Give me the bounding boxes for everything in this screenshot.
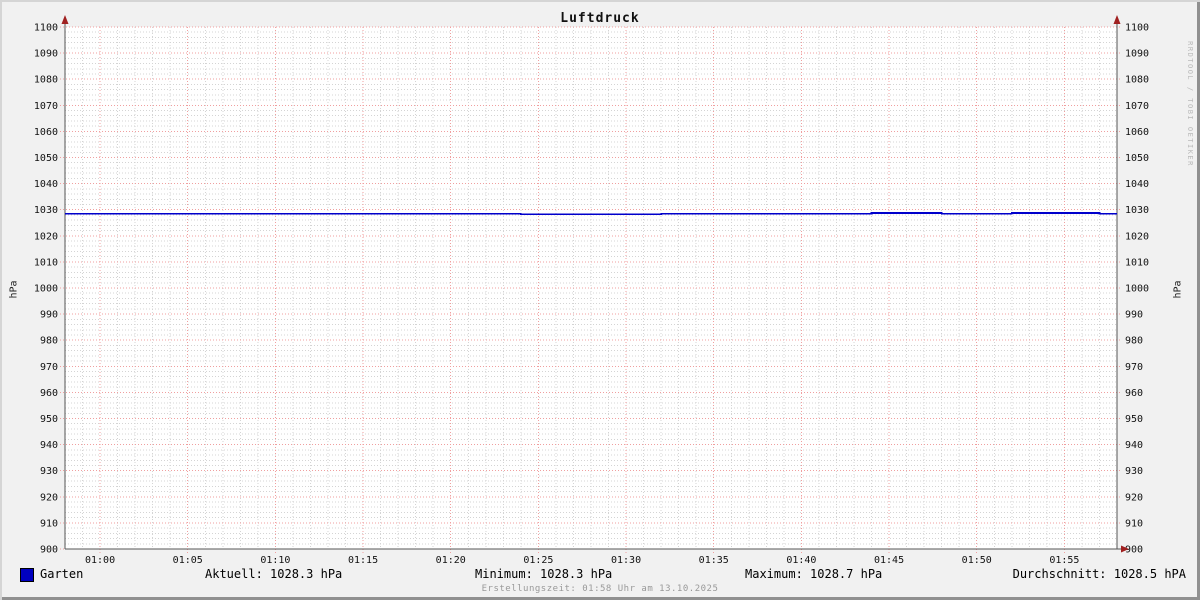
y-tick-label-left: 900 [40, 545, 58, 556]
rrdtool-graph: Luftdruck hPa hPa 900 900 910 910 920 920 930 9… [0, 0, 1200, 600]
y-tick-label-left: 940 [40, 440, 58, 451]
y-tick-label-right: 1060 [1125, 127, 1149, 138]
y-tick-label-right: 1000 [1125, 284, 1149, 295]
y-tick-label-right: 990 [1125, 310, 1143, 321]
x-tick-label: 01:55 [1049, 555, 1079, 566]
y-tick-label-left: 1040 [34, 179, 58, 190]
y-tick-label-right: 910 [1125, 518, 1143, 529]
y-axis-arrow-right [1113, 15, 1121, 24]
y-tick-label-right: 950 [1125, 414, 1143, 425]
x-tick-label: 01:15 [348, 555, 378, 566]
x-tick-label: 01:40 [786, 555, 816, 566]
y-tick-label-left: 950 [40, 414, 58, 425]
y-axis-arrow-left [61, 15, 69, 24]
y-tick-label-left: 1000 [34, 284, 58, 295]
x-tick-label: 01:00 [85, 555, 115, 566]
y-tick-label-right: 1100 [1125, 23, 1149, 34]
y-tick-label-right: 980 [1125, 336, 1143, 347]
stat-maximum: Maximum: 1028.7 hPa [745, 567, 883, 581]
y-tick-label-right: 900 [1125, 545, 1143, 556]
y-tick-label-right: 960 [1125, 388, 1143, 399]
y-tick-label-left: 930 [40, 466, 58, 477]
stat-average: Durchschnitt: 1028.5 hPA [1012, 567, 1186, 581]
y-tick-label-right: 1030 [1125, 205, 1149, 216]
x-tick-label: 01:20 [436, 555, 466, 566]
y-tick-label-left: 1100 [34, 23, 58, 34]
y-tick-label-right: 940 [1125, 440, 1143, 451]
y-tick-label-left: 910 [40, 518, 58, 529]
series-color-swatch [20, 568, 34, 582]
legend-series-label: Garten [40, 567, 84, 581]
y-tick-label-right: 930 [1125, 466, 1143, 477]
y-tick-label-left: 1060 [34, 127, 58, 138]
y-tick-label-left: 960 [40, 388, 58, 399]
y-tick-label-right: 920 [1125, 492, 1143, 503]
y-tick-label-left: 1070 [34, 101, 58, 112]
x-tick-label: 01:05 [173, 555, 203, 566]
y-tick-label-left: 1050 [34, 153, 58, 164]
y-tick-label-left: 970 [40, 362, 58, 373]
y-tick-label-left: 1010 [34, 257, 58, 268]
y-tick-label-left: 1020 [34, 231, 58, 242]
y-tick-label-left: 1030 [34, 205, 58, 216]
y-tick-label-left: 990 [40, 310, 58, 321]
y-tick-label-right: 1070 [1125, 101, 1149, 112]
y-tick-label-left: 920 [40, 492, 58, 503]
x-tick-label: 01:45 [874, 555, 904, 566]
y-tick-label-right: 1020 [1125, 231, 1149, 242]
y-tick-label-left: 1090 [34, 49, 58, 60]
y-tick-label-right: 1010 [1125, 257, 1149, 268]
y-tick-label-right: 1040 [1125, 179, 1149, 190]
x-tick-label: 01:10 [260, 555, 290, 566]
y-tick-label-left: 1080 [34, 75, 58, 86]
x-tick-label: 01:25 [523, 555, 553, 566]
x-tick-label: 01:30 [611, 555, 641, 566]
creation-time: Erstellungszeit: 01:58 Uhr am 13.10.2025 [481, 584, 719, 594]
y-tick-label-right: 970 [1125, 362, 1143, 373]
stat-minimum: Minimum: 1028.3 hPa [475, 567, 613, 581]
plot-area: 900 900 910 910 920 920 930 930 940 940 950 950 960 9… [34, 15, 1149, 566]
y-tick-label-right: 1090 [1125, 49, 1149, 60]
x-tick-label: 01:50 [962, 555, 992, 566]
y-tick-label-right: 1080 [1125, 75, 1149, 86]
stat-current: Aktuell: 1028.3 hPa [205, 567, 343, 581]
y-tick-label-right: 1050 [1125, 153, 1149, 164]
x-tick-label: 01:35 [699, 555, 729, 566]
rrdtool-watermark: RRDTOOL / TOBI OETIKER [1186, 41, 1194, 167]
y-tick-label-left: 980 [40, 336, 58, 347]
